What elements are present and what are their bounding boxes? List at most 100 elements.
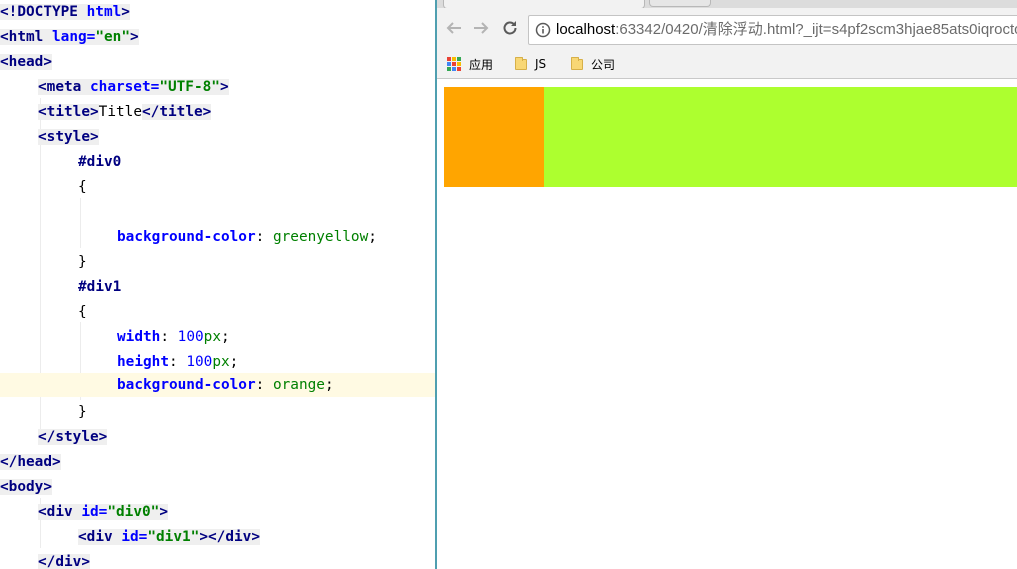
punct-token: : [255, 229, 273, 245]
code-line[interactable]: <head> [0, 50, 435, 75]
tag-token: < [38, 504, 47, 520]
property-token: background-color [117, 229, 256, 245]
back-button[interactable] [443, 17, 465, 39]
tag-token: < [78, 529, 87, 545]
bookmark-folder-js[interactable]: JS [515, 50, 546, 78]
arrow-left-icon [446, 22, 461, 34]
bookmark-apps[interactable]: 应用 [447, 50, 493, 78]
tag-token: > [51, 454, 61, 470]
string-token: "UTF-8" [159, 79, 220, 95]
tag-token: > [43, 54, 52, 70]
code-line[interactable]: <div id="div1"></div> [0, 525, 435, 550]
code-line[interactable]: <html lang="en"> [0, 25, 435, 50]
brace-token: } [78, 254, 87, 270]
tag-token: </ [38, 554, 56, 569]
selector-token: #div0 [78, 154, 122, 170]
tag-token: > [159, 504, 168, 520]
reload-button[interactable] [499, 17, 521, 39]
tag-token: > [43, 479, 52, 495]
selector-token: #div1 [78, 279, 122, 295]
tag-token: </ [0, 454, 18, 470]
tag-token: style [46, 129, 90, 145]
unit-token: px [203, 329, 221, 345]
attr-token: id [72, 504, 99, 520]
tag-token: > [90, 129, 99, 145]
string-token: "div1" [147, 529, 200, 545]
tab-strip: × [437, 0, 1017, 9]
bookmark-label: 应用 [469, 57, 494, 72]
info-icon[interactable] [535, 22, 551, 38]
attr-token: = [150, 79, 160, 95]
arrow-right-icon [474, 22, 489, 34]
tag-token: </ [142, 104, 160, 120]
browser-toolbar: localhost:63342/0420/清除浮动.html?_ijt=s4pf… [437, 8, 1017, 50]
code-editor[interactable]: <!DOCTYPE html> <html lang="en"> <head> … [0, 0, 435, 569]
punct-token: : [160, 329, 178, 345]
tag-token: < [0, 54, 9, 70]
tag-token: head [17, 454, 52, 470]
tag-token: > [251, 529, 260, 545]
value-token: orange [272, 377, 325, 393]
number-token: 100 [177, 329, 204, 345]
tag-token: < [0, 479, 9, 495]
code-line[interactable]: width: 100px; [0, 325, 435, 350]
property-token: height [117, 354, 169, 370]
tag-token: title [46, 104, 90, 120]
tag-token: < [38, 79, 47, 95]
code-line[interactable]: #div1 [0, 275, 435, 300]
attr-token: html [86, 4, 122, 20]
bookmark-label: 公司 [591, 57, 616, 72]
div1-box [444, 87, 544, 187]
attr-token: lang [43, 29, 87, 45]
code-line[interactable]: #div0 [0, 150, 435, 175]
browser-window: × localhost:63342/0420/清除浮动.html?_ijt=s4… [437, 0, 1017, 569]
attr-token: charset [81, 79, 151, 95]
code-line[interactable]: } [0, 400, 435, 425]
bookmarks-bar: 应用 JS 公司 [437, 50, 1017, 79]
new-tab-button[interactable] [649, 0, 711, 7]
brace-token: } [78, 404, 87, 420]
string-token: "en" [95, 29, 130, 45]
tag-token: </ [38, 429, 56, 445]
url-host: localhost [556, 21, 616, 38]
tag-token: < [38, 129, 47, 145]
code-line[interactable]: background-color: greenyellow; [0, 225, 435, 250]
code-line[interactable]: <meta charset="UTF-8"> [0, 75, 435, 100]
forward-button[interactable] [470, 17, 492, 39]
code-line[interactable]: </div> [0, 550, 435, 569]
code-line[interactable]: <div id="div0"> [0, 500, 435, 525]
url-text[interactable]: localhost:63342/0420/清除浮动.html?_ijt=s4pf… [556, 16, 1017, 44]
code-line[interactable]: { [0, 300, 435, 325]
code-line[interactable]: height: 100px; [0, 350, 435, 375]
text-token: Title [98, 104, 142, 120]
value-token: greenyellow [272, 229, 369, 245]
code-line[interactable]: <title>Title</title> [0, 100, 435, 125]
bookmark-folder-company[interactable]: 公司 [571, 50, 615, 78]
code-line[interactable]: { [0, 175, 435, 200]
page-viewport [437, 79, 1017, 569]
code-line[interactable]: } [0, 250, 435, 275]
code-line[interactable]: <body> [0, 475, 435, 500]
brace-token: { [78, 179, 87, 195]
tag-token: div [46, 504, 73, 520]
property-token: width [117, 329, 161, 345]
current-code-line[interactable]: background-color: orange; [0, 373, 435, 397]
tag-token: meta [46, 79, 82, 95]
code-line[interactable] [0, 200, 435, 225]
code-line[interactable]: <!DOCTYPE html> [0, 0, 435, 25]
punct-token: ; [220, 329, 230, 345]
tag-token: > [129, 29, 139, 45]
code-line[interactable]: </head> [0, 450, 435, 475]
folder-icon [515, 56, 527, 70]
reload-icon [503, 21, 517, 35]
punct-token: : [168, 354, 187, 370]
bookmark-label: JS [535, 57, 547, 71]
address-bar[interactable]: localhost:63342/0420/清除浮动.html?_ijt=s4pf… [528, 15, 1017, 45]
tag-token: style [55, 429, 99, 445]
string-token: "div0" [107, 504, 160, 520]
code-line[interactable]: </style> [0, 425, 435, 450]
folder-icon [571, 56, 583, 70]
tag-token: > [90, 104, 99, 120]
property-token: background-color [117, 377, 256, 393]
code-line[interactable]: <style> [0, 125, 435, 150]
